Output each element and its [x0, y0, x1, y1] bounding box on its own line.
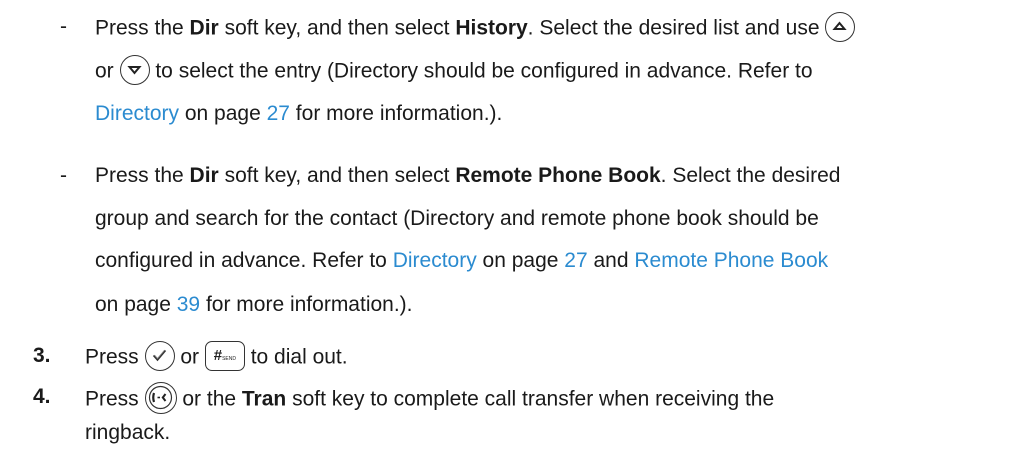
remote-paragraph-line-1: Press the Dir soft key, and then select …	[95, 164, 841, 187]
dir-softkey-label: Dir	[189, 164, 219, 187]
down-arrow-key-icon	[119, 55, 150, 85]
step-number: 4.	[33, 385, 51, 408]
directory-link[interactable]: Directory	[95, 102, 179, 125]
step-number: 3.	[33, 344, 51, 367]
directory-link[interactable]: Directory	[393, 249, 477, 272]
tran-softkey-label: Tran	[241, 387, 287, 411]
bullet: -	[60, 15, 67, 38]
remote-paragraph-line-4: on page 39 for more information.).	[95, 293, 413, 316]
remote-paragraph-line-3: configured in advance. Refer to Director…	[95, 249, 829, 272]
page-link[interactable]: 39	[177, 293, 200, 316]
bullet: -	[60, 164, 67, 187]
step-4-line-1: Press or the Tran soft key to complete c…	[85, 382, 774, 416]
page-link[interactable]: 27	[564, 249, 587, 272]
page-link[interactable]: 27	[267, 102, 290, 125]
step-3-line: Press or #SEND to dial out.	[85, 341, 348, 373]
step-4-line-2: ringback.	[85, 421, 171, 444]
remote-phone-book-link[interactable]: Remote Phone Book	[634, 249, 828, 272]
history-label: History	[455, 16, 528, 40]
remote-paragraph-line-2: group and search for the contact (Direct…	[95, 207, 819, 230]
history-paragraph-line-3: Directory on page 27 for more informatio…	[95, 102, 503, 125]
transfer-key-icon	[144, 382, 177, 414]
history-paragraph-line-2: or to select the entry (Directory should…	[95, 55, 813, 87]
remote-phone-book-label: Remote Phone Book	[455, 164, 661, 187]
dir-softkey-label: Dir	[189, 16, 219, 40]
send-key-icon: #SEND	[204, 341, 245, 371]
ok-checkmark-key-icon	[144, 341, 175, 371]
up-arrow-key-icon	[825, 12, 856, 42]
history-paragraph-line-1: Press the Dir soft key, and then select …	[95, 12, 856, 44]
